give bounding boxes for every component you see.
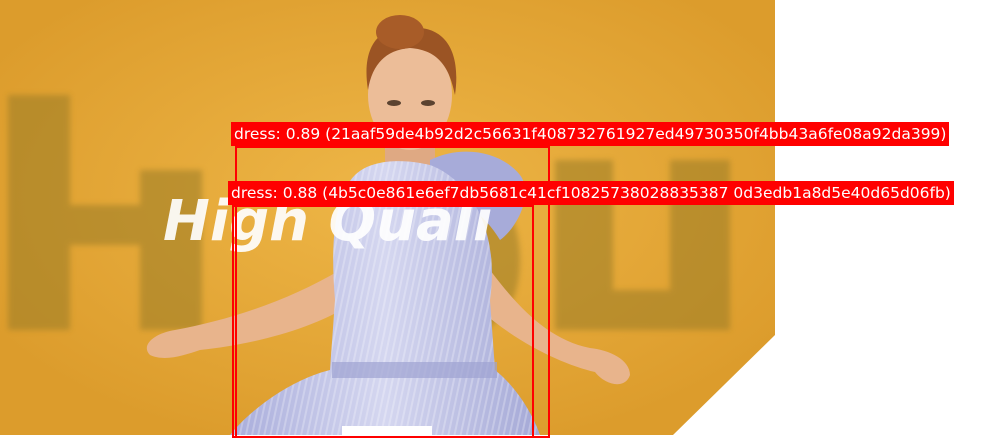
detection-box-2	[232, 205, 534, 438]
bottom-white-bar	[342, 426, 432, 435]
hair-bun	[376, 15, 424, 49]
detection-label-2: dress: 0.88 (4b5c0e861e6ef7db5681c41cf10…	[228, 181, 954, 205]
detection-label-1: dress: 0.89 (21aaf59de4b92d2c56631f40873…	[231, 122, 950, 146]
